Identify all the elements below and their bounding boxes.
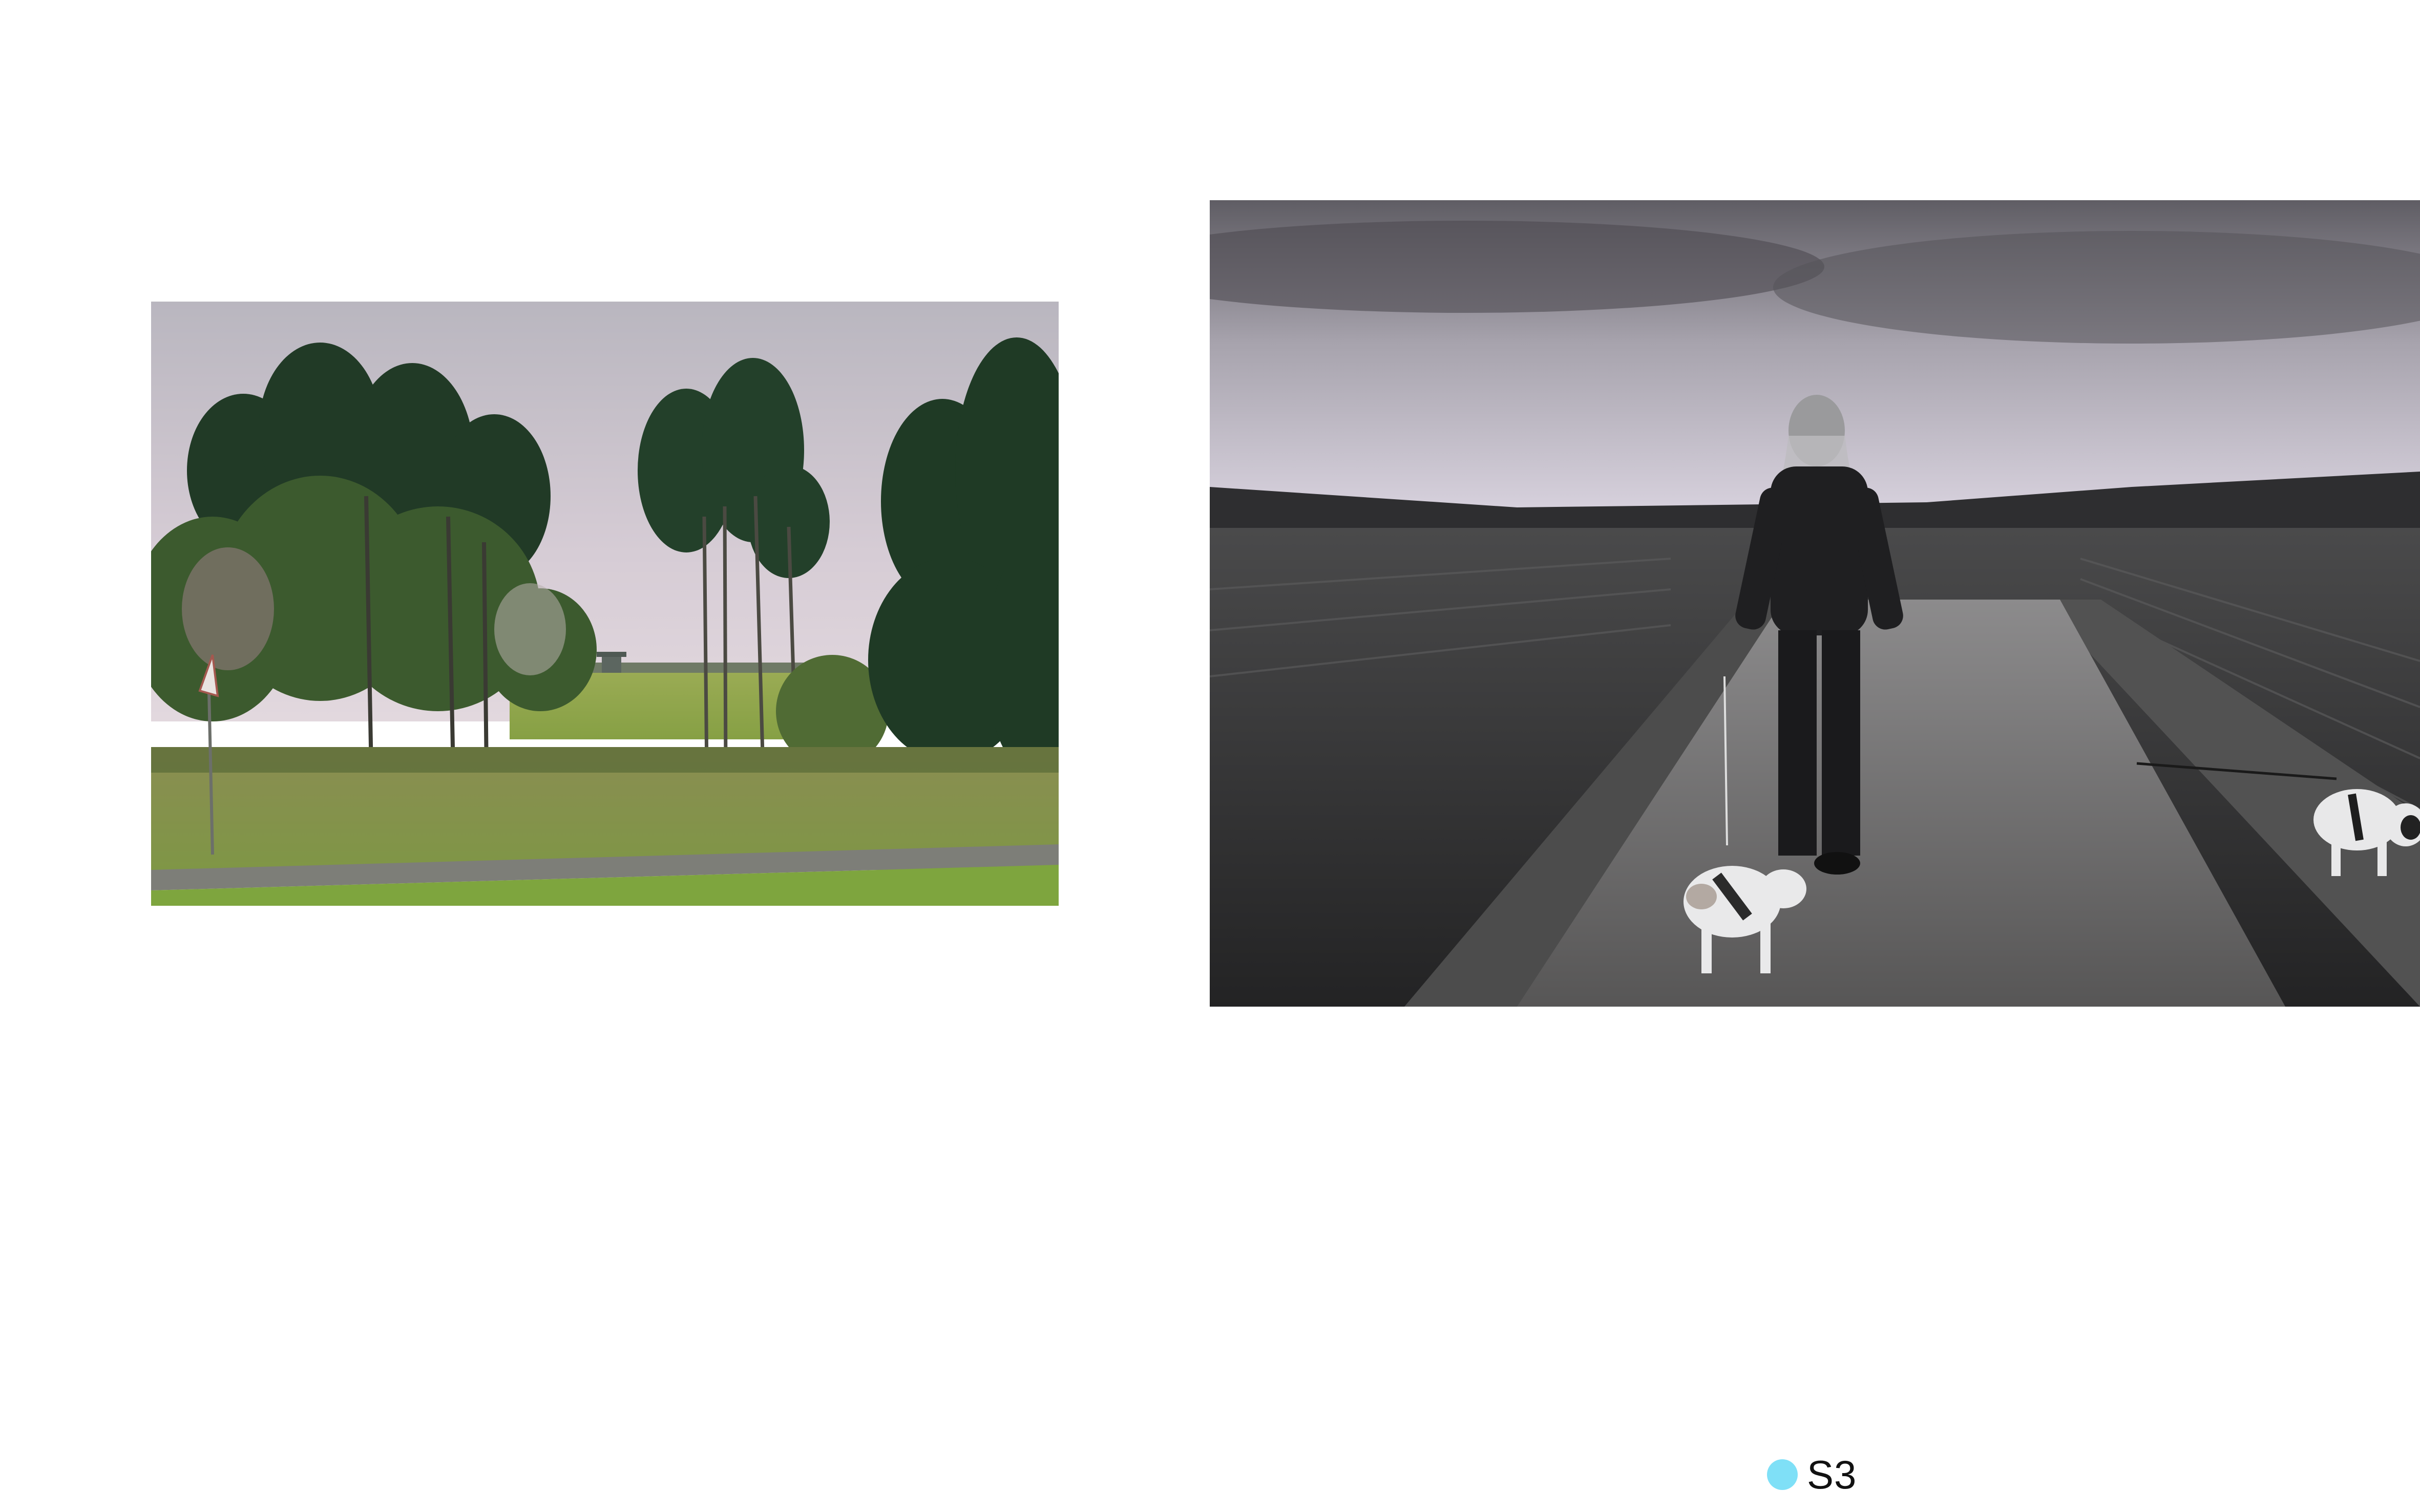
page: S3 — [0, 0, 2420, 1512]
landscape-photo-image — [151, 302, 1059, 906]
portrait-photo — [1210, 200, 2420, 1007]
marker-dot-icon — [1767, 1459, 1798, 1490]
marker-label: S3 — [1807, 1452, 1857, 1497]
section-marker: S3 — [1767, 1454, 1857, 1495]
portrait-photo-image — [1210, 200, 2420, 1007]
landscape-photo — [151, 302, 1059, 906]
